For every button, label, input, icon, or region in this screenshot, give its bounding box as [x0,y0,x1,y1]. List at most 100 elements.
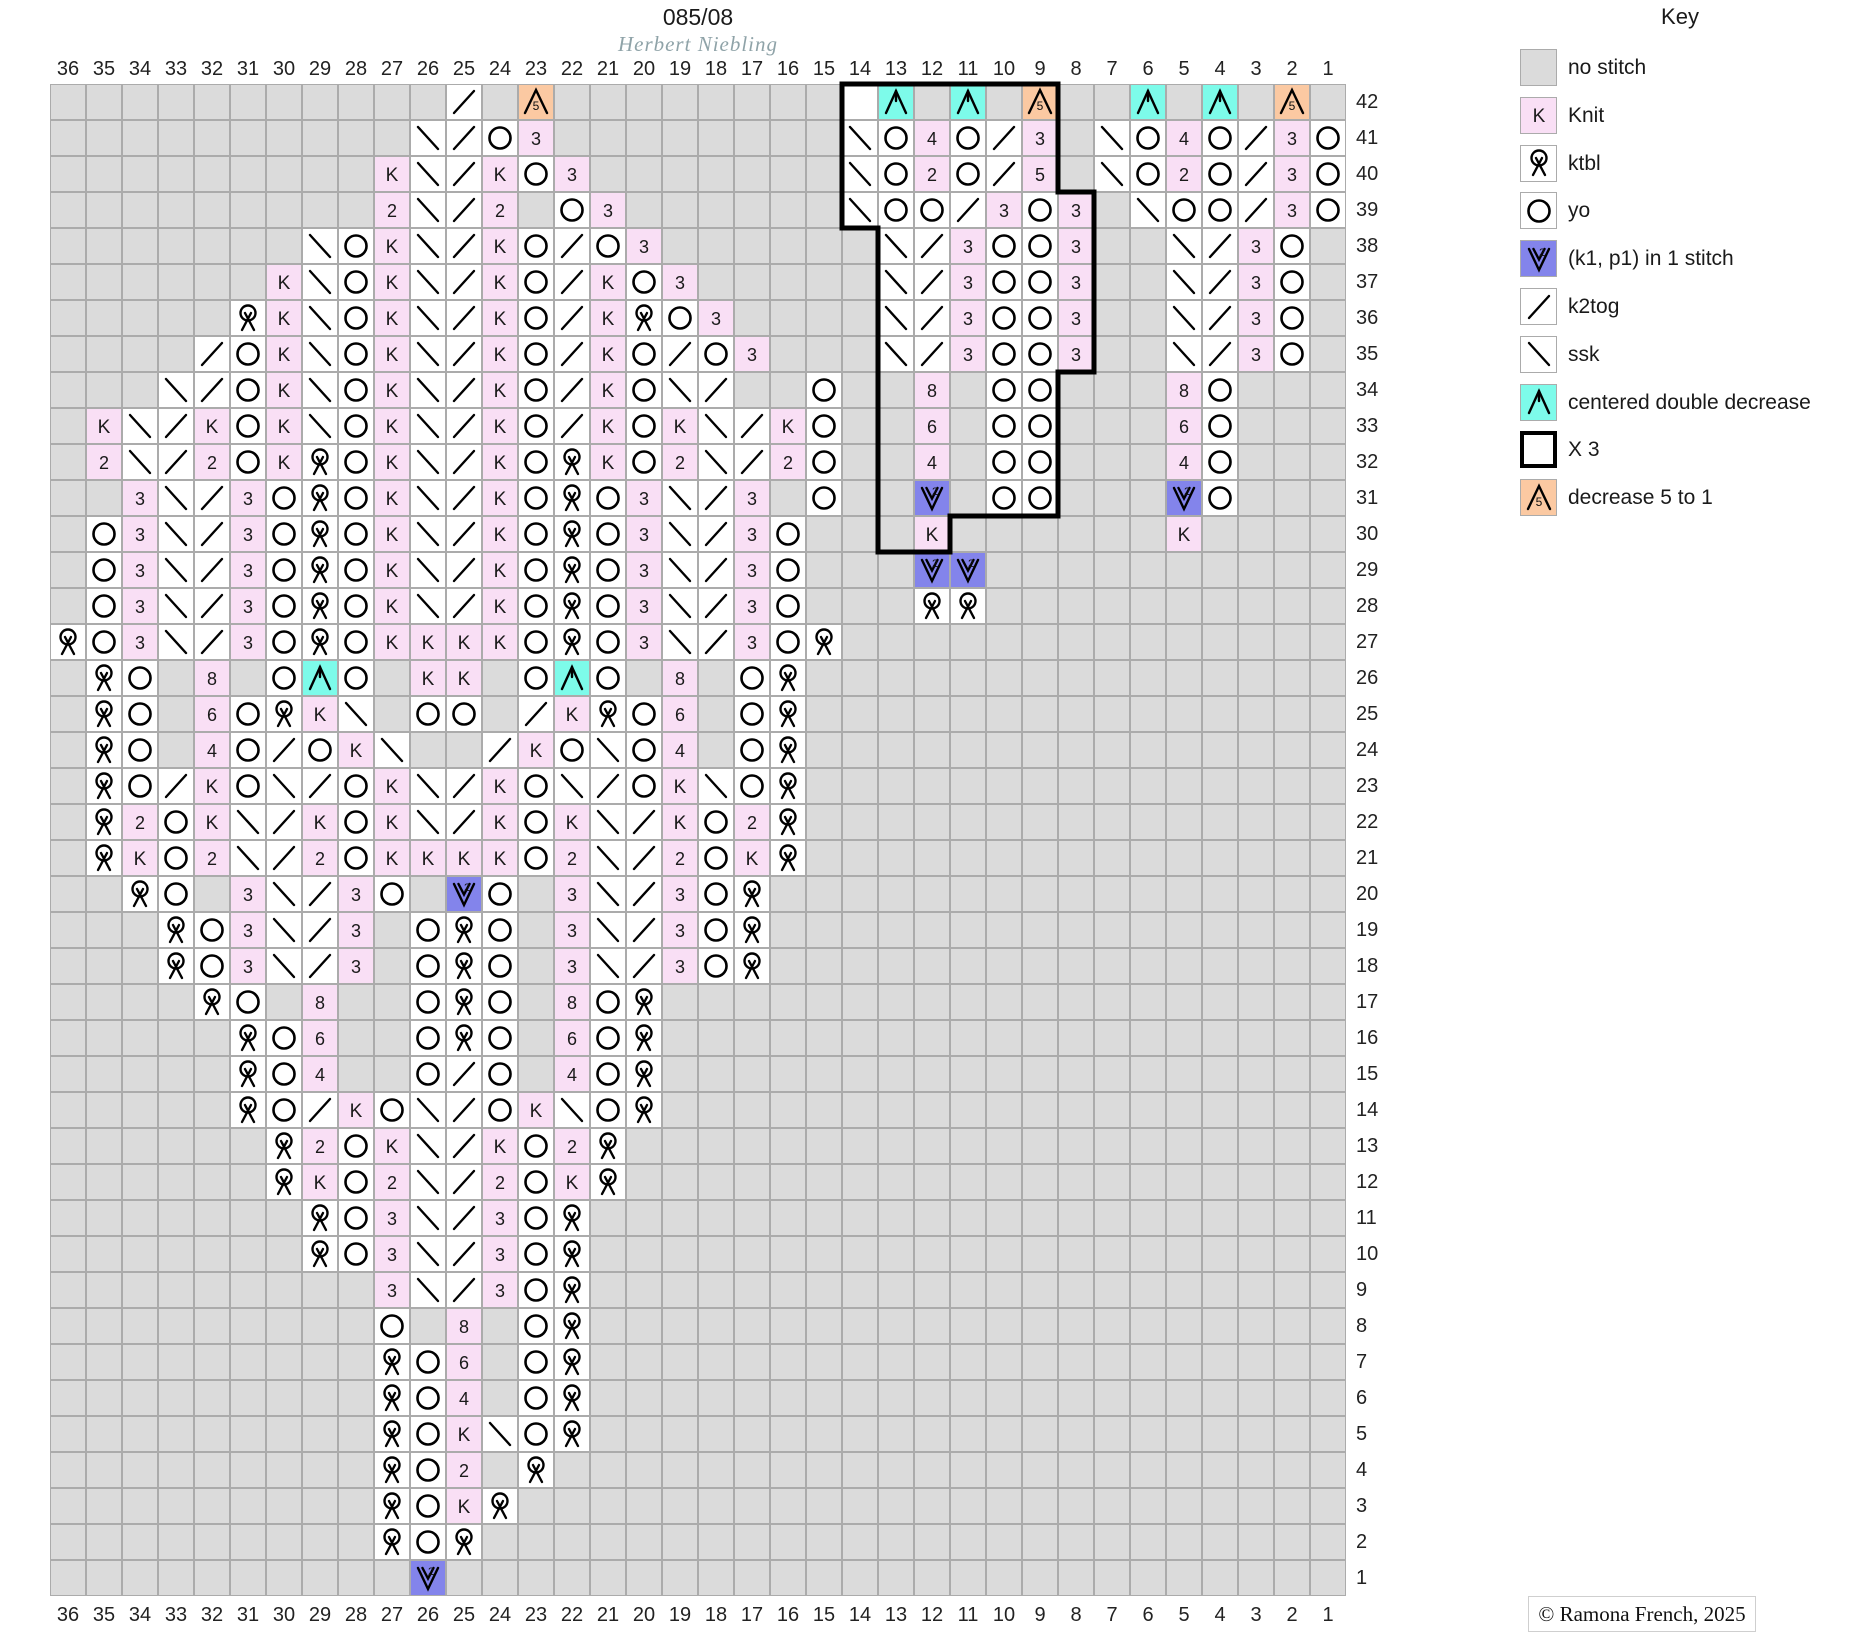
grid-cell [518,156,554,192]
grid-cell [230,732,266,768]
grid-cell [1238,480,1274,516]
grid-cell [878,336,914,372]
grid-cell: K [554,804,590,840]
grid-cell [842,516,878,552]
svg-text:K: K [1178,525,1191,546]
grid-cell [734,120,770,156]
grid-cell [338,1344,374,1380]
grid-cell: K [266,372,302,408]
row-label: 34 [1356,379,1396,402]
grid-cell [1238,1380,1274,1416]
grid-cell [662,1056,698,1092]
grid-cell: 4 [302,1056,338,1092]
grid-cell [194,156,230,192]
grid-cell: 3 [230,876,266,912]
grid-cell [338,552,374,588]
svg-text:4: 4 [207,741,217,761]
grid-cell [338,588,374,624]
grid-cell [1130,1164,1166,1200]
grid-cell [1274,1308,1310,1344]
grid-cell [266,984,302,1020]
grid-cell [86,156,122,192]
grid-cell [230,1560,266,1596]
grid-cell [86,1488,122,1524]
grid-cell [662,300,698,336]
grid-cell [230,228,266,264]
grid-cell [806,1344,842,1380]
grid-cell [662,336,698,372]
grid-cell [446,192,482,228]
grid-cell [950,1164,986,1200]
grid-cell [1274,444,1310,480]
col-label-top: 21 [590,58,626,81]
grid-cell [1310,804,1346,840]
grid-cell [1274,552,1310,588]
grid-cell [806,1524,842,1560]
grid-cell [50,552,86,588]
grid-cell: K [554,1164,590,1200]
svg-text:K: K [278,417,291,438]
svg-text:3: 3 [243,633,253,653]
grid-cell [1094,1416,1130,1452]
grid-cell [158,948,194,984]
grid-cell: K [482,588,518,624]
grid-cell [1022,768,1058,804]
grid-cell [806,1272,842,1308]
grid-cell [986,948,1022,984]
grid-cell [770,336,806,372]
grid-cell [878,840,914,876]
grid-cell [914,336,950,372]
grid-cell: 3 [1274,120,1310,156]
grid-cell [1022,408,1058,444]
grid-cell [410,948,446,984]
col-label-top: 1 [1310,58,1346,81]
grid-cell: 8 [194,660,230,696]
grid-cell [626,1020,662,1056]
col-label-top: 29 [302,58,338,81]
grid-cell: 3 [122,588,158,624]
grid-cell [302,84,338,120]
svg-text:2: 2 [135,813,145,833]
grid-cell: 3 [122,552,158,588]
grid-cell [374,1452,410,1488]
grid-cell [986,552,1022,588]
grid-cell [374,948,410,984]
grid-cell [302,876,338,912]
grid-cell [950,840,986,876]
grid-cell [986,156,1022,192]
grid-cell [518,984,554,1020]
grid-cell [158,1452,194,1488]
grid-cell [986,1488,1022,1524]
grid-cell [1094,1092,1130,1128]
svg-text:6: 6 [207,705,217,725]
grid-cell [338,804,374,840]
grid-cell [446,984,482,1020]
grid-cell [950,1344,986,1380]
svg-text:K: K [494,525,507,546]
grid-cell [986,1128,1022,1164]
grid-cell [1166,768,1202,804]
svg-text:K: K [386,849,399,870]
grid-cell [590,120,626,156]
grid-cell [1274,588,1310,624]
grid-cell [50,120,86,156]
grid-cell [122,732,158,768]
grid-cell [86,336,122,372]
grid-cell [1310,336,1346,372]
svg-text:K: K [458,849,471,870]
grid-cell [914,696,950,732]
col-label-top: 32 [194,58,230,81]
grid-cell [1202,120,1238,156]
grid-cell [734,192,770,228]
grid-cell [302,768,338,804]
svg-text:K: K [926,525,939,546]
row-label: 22 [1356,811,1396,834]
grid-cell [770,516,806,552]
svg-text:2: 2 [495,1173,505,1193]
grid-cell [770,300,806,336]
grid-cell [1238,192,1274,228]
grid-cell [878,1200,914,1236]
grid-cell: K [374,336,410,372]
grid-cell [626,120,662,156]
grid-cell: 3 [122,480,158,516]
